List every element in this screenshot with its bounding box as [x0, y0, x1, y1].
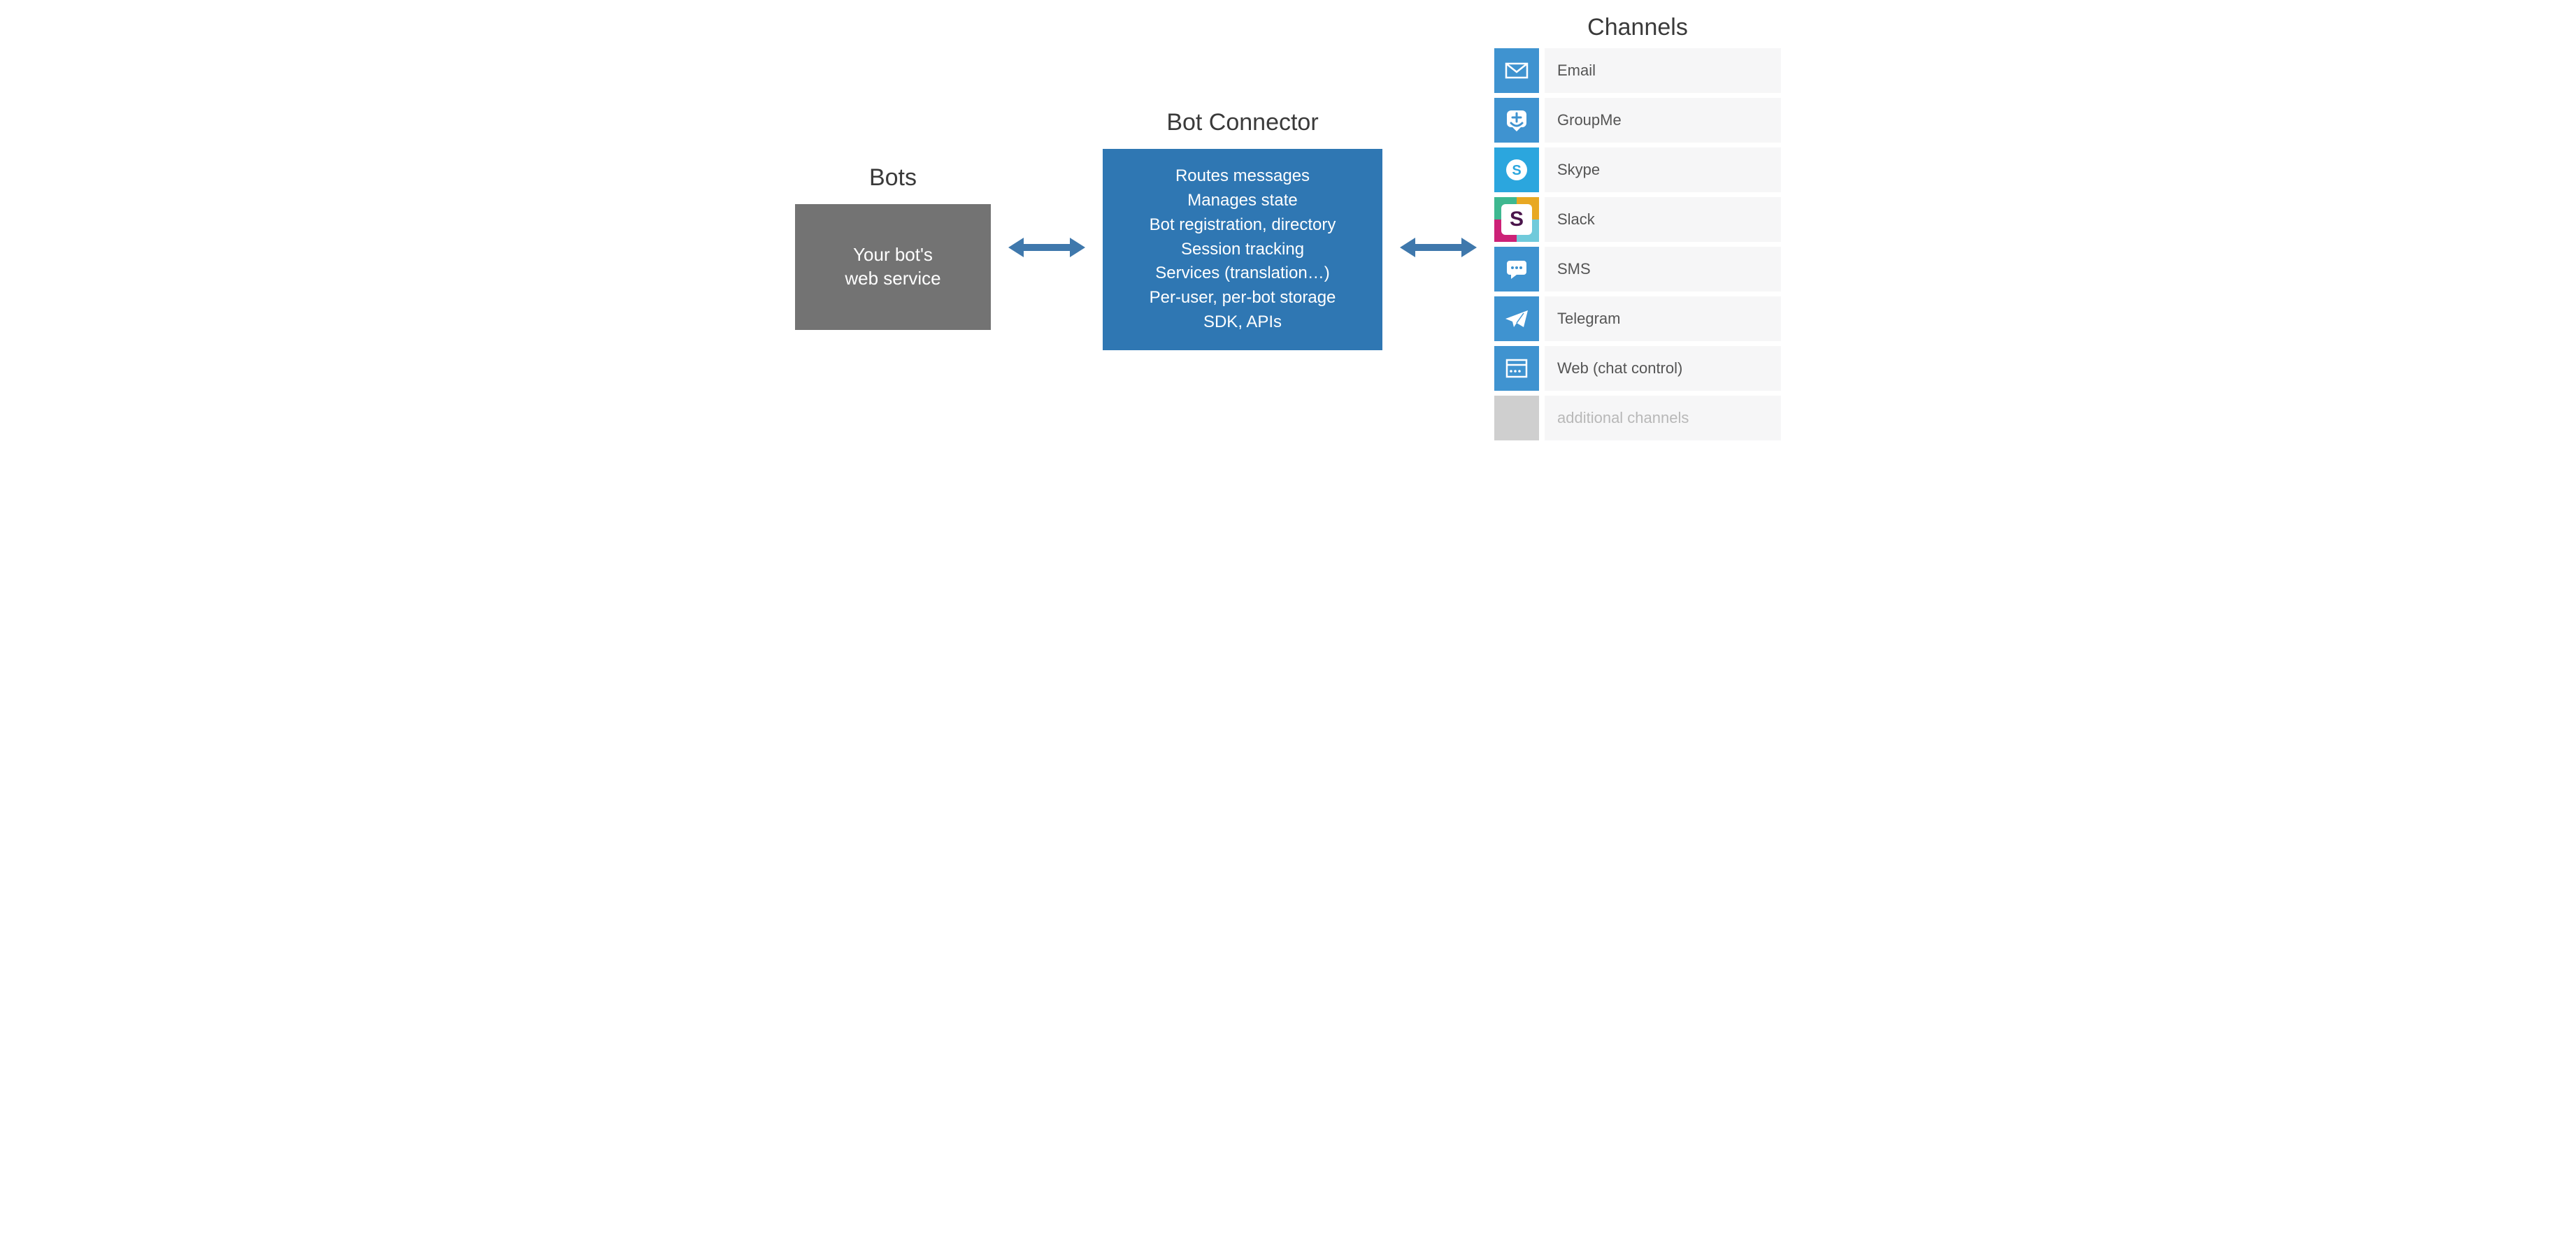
channel-row: Email — [1494, 48, 1781, 93]
bots-title: Bots — [869, 164, 917, 192]
channel-label: additional channels — [1545, 396, 1781, 440]
channel-label: Telegram — [1545, 296, 1781, 341]
skype-icon — [1494, 147, 1539, 192]
bots-box-line2: web service — [845, 267, 940, 291]
connector-line: SDK, APIs — [1117, 310, 1368, 335]
connector-line: Per-user, per-bot storage — [1117, 286, 1368, 310]
channel-label: Web (chat control) — [1545, 346, 1781, 391]
connector-line: Bot registration, directory — [1117, 213, 1368, 238]
channel-row: GroupMe — [1494, 98, 1781, 143]
connector-title: Bot Connector — [1166, 109, 1318, 136]
channel-row: Skype — [1494, 147, 1781, 192]
web-icon — [1494, 346, 1539, 391]
channel-row: Telegram — [1494, 296, 1781, 341]
bots-box-line1: Your bot's — [845, 243, 940, 267]
groupme-icon — [1494, 98, 1539, 143]
connector-box: Routes messages Manages state Bot regist… — [1103, 149, 1382, 350]
bots-box: Your bot's web service — [795, 204, 991, 330]
connector-column: Bot Connector Routes messages Manages st… — [1103, 109, 1382, 350]
channel-row: Web (chat control) — [1494, 346, 1781, 391]
channel-row: SSlack — [1494, 197, 1781, 242]
double-arrow-icon — [1400, 233, 1477, 261]
mail-icon — [1494, 48, 1539, 93]
connector-line: Manages state — [1117, 189, 1368, 213]
channels-list: EmailGroupMeSkypeSSlackSMSTelegramWeb (c… — [1494, 48, 1781, 445]
channel-label: Skype — [1545, 147, 1781, 192]
arrow-bots-connector — [1005, 233, 1089, 261]
channels-title: Channels — [1494, 14, 1781, 41]
channel-label: Email — [1545, 48, 1781, 93]
channel-label: SMS — [1545, 247, 1781, 291]
channels-column: Channels EmailGroupMeSkypeSSlackSMSTeleg… — [1494, 14, 1781, 445]
channel-row: additional channels — [1494, 396, 1781, 440]
connector-line: Session tracking — [1117, 238, 1368, 262]
bots-column: Bots Your bot's web service — [795, 164, 991, 330]
arrow-connector-channels — [1396, 233, 1480, 261]
architecture-diagram: Bots Your bot's web service Bot Connecto… — [28, 14, 2548, 445]
connector-line: Routes messages — [1117, 164, 1368, 189]
channel-row: SMS — [1494, 247, 1781, 291]
channel-label: GroupMe — [1545, 98, 1781, 143]
slack-icon: S — [1494, 197, 1539, 242]
telegram-icon — [1494, 296, 1539, 341]
double-arrow-icon — [1008, 233, 1085, 261]
sms-icon — [1494, 247, 1539, 291]
blank-icon — [1494, 396, 1539, 440]
channel-label: Slack — [1545, 197, 1781, 242]
connector-line: Services (translation…) — [1117, 261, 1368, 286]
